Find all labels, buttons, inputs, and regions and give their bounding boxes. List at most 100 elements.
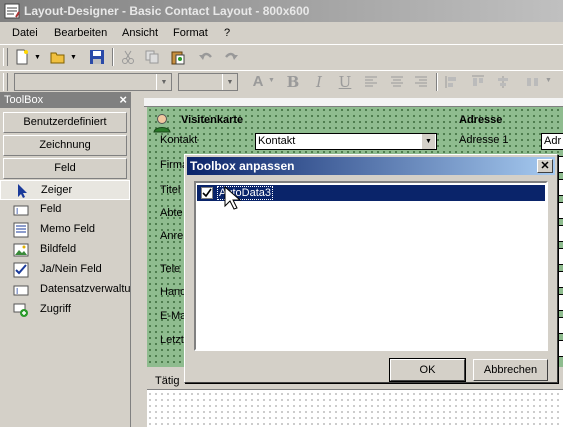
italic-icon: I	[316, 73, 322, 91]
chevron-down-icon[interactable]: ▼	[156, 74, 171, 90]
toolbox-item-label: Ja/Nein Feld	[40, 263, 102, 275]
open-dropdown-arrow-icon[interactable]: ▼	[70, 54, 77, 61]
copy-button[interactable]	[141, 46, 163, 68]
image-field-icon	[13, 243, 29, 257]
list-item-checkbox[interactable]	[201, 187, 213, 199]
paste-icon	[171, 51, 185, 65]
toolbar-grip[interactable]	[3, 73, 8, 91]
field-label-email[interactable]: E-Ma	[160, 310, 186, 322]
toolbox-panel: ToolBox × Benutzerdefiniert Zeichnung Fe…	[0, 92, 131, 427]
toolbox-item-datensatzverwaltung[interactable]: I Datensatzverwaltu	[0, 280, 131, 300]
kontakt-field-value: Kontakt	[258, 135, 296, 147]
close-icon[interactable]: ×	[119, 92, 127, 107]
align-left-icon	[365, 76, 377, 87]
cancel-button[interactable]: Abbrechen	[473, 359, 548, 381]
align-center-icon	[391, 76, 403, 87]
adresse-1-field[interactable]: Adr	[541, 133, 563, 150]
mouse-cursor-icon	[224, 186, 242, 210]
new-icon	[16, 49, 28, 65]
save-icon	[90, 50, 104, 64]
toolbar-grip[interactable]	[3, 48, 8, 66]
field-icon: I	[13, 205, 29, 216]
toolbox-item-label: Memo Feld	[40, 223, 96, 235]
toolbox-list[interactable]: AutoData3	[194, 181, 548, 351]
underline-button[interactable]: U	[334, 73, 356, 91]
bold-icon: B	[286, 73, 300, 91]
toolbox-item-zeiger[interactable]: Zeiger	[0, 180, 130, 200]
pointer-icon	[18, 184, 27, 198]
group-benutzerdefiniert-button[interactable]: Benutzerdefiniert	[3, 112, 127, 133]
field-label-adresse-1[interactable]: Adresse 1	[459, 134, 509, 146]
undo-icon	[199, 52, 212, 60]
ok-button[interactable]: OK	[389, 358, 466, 382]
paste-button[interactable]	[167, 46, 189, 68]
chevron-down-icon[interactable]: ▼	[422, 134, 435, 149]
toolbox-item-zugriff[interactable]: Zugriff	[0, 300, 130, 320]
font-name-select[interactable]: ▼	[14, 73, 172, 91]
font-color-dropdown-icon[interactable]: ▼	[268, 77, 275, 84]
field-label-telefon[interactable]: Tele	[160, 263, 180, 275]
field-label-handy[interactable]: Hand	[160, 286, 186, 298]
new-dropdown-arrow-icon[interactable]: ▼	[34, 54, 41, 61]
align-center-button[interactable]	[386, 71, 408, 93]
cut-button[interactable]	[117, 46, 139, 68]
kontakt-field[interactable]: Kontakt ▼	[255, 133, 437, 150]
toolbox-item-bildfeld[interactable]: Bildfeld	[0, 240, 130, 260]
distribute-icon	[527, 78, 538, 86]
field-label-abteilung[interactable]: Abte	[160, 207, 183, 219]
save-button[interactable]	[86, 46, 108, 68]
toolbar-separator	[112, 48, 114, 66]
field-label-kontakt[interactable]: Kontakt	[160, 134, 197, 146]
underline-icon: U	[338, 73, 352, 91]
window-title: Layout-Designer - Basic Contact Layout -…	[24, 4, 310, 18]
toolbar-separator	[436, 73, 438, 91]
align-right-button[interactable]	[410, 71, 432, 93]
field-label-anrede[interactable]: Anre	[160, 230, 183, 242]
horizontal-ruler	[144, 98, 563, 107]
font-color-icon: A	[252, 73, 264, 90]
more-align-dropdown-icon[interactable]: ▼	[545, 77, 552, 84]
align-objects-top-button[interactable]	[467, 71, 489, 93]
redo-button[interactable]	[220, 46, 242, 68]
menu-format[interactable]: Format	[173, 27, 208, 39]
open-button[interactable]	[47, 46, 69, 68]
menu-bar: Datei Bearbeiten Ansicht Format ?	[0, 22, 563, 44]
align-left-button[interactable]	[360, 71, 382, 93]
menu-bearbeiten[interactable]: Bearbeiten	[54, 27, 107, 39]
toolbox-item-label: Feld	[40, 203, 62, 215]
menu-ansicht[interactable]: Ansicht	[122, 27, 158, 39]
group-feld-button[interactable]: Feld	[3, 158, 127, 179]
menu-datei[interactable]: Datei	[12, 27, 38, 39]
toolbox-item-feld[interactable]: I Feld	[0, 200, 130, 220]
dialog-title: Toolbox anpassen	[190, 159, 295, 173]
section-title-adresse: Adresse	[459, 114, 503, 126]
adresse-1-field-value: Adr	[544, 135, 562, 147]
toolbox-item-memo-feld[interactable]: Memo Feld	[0, 220, 130, 240]
align-objects-middle-icon	[498, 76, 508, 88]
italic-button[interactable]: I	[308, 73, 330, 91]
bold-button[interactable]: B	[282, 73, 304, 91]
font-color-button[interactable]: A	[247, 73, 269, 91]
record-manager-icon: I	[13, 285, 29, 296]
group-zeichnung-button[interactable]: Zeichnung	[3, 135, 127, 156]
list-item[interactable]: AutoData3	[197, 185, 545, 201]
toolbox-header: ToolBox ×	[0, 92, 131, 108]
align-objects-middle-button[interactable]	[492, 71, 514, 93]
field-label-titel[interactable]: Titel	[160, 184, 180, 196]
chevron-down-icon[interactable]: ▼	[222, 74, 237, 90]
title-bar: Layout-Designer - Basic Contact Layout -…	[0, 0, 563, 22]
field-label-letzte[interactable]: Letzt	[160, 334, 184, 346]
checkmark-icon	[202, 188, 212, 198]
font-size-select[interactable]: ▼	[178, 73, 238, 91]
align-objects-top-icon	[472, 75, 484, 86]
redo-icon	[225, 52, 238, 60]
align-objects-left-button[interactable]	[441, 71, 463, 93]
contact-person-icon	[153, 114, 171, 133]
menu-help[interactable]: ?	[224, 27, 230, 39]
tab-taetigkeiten[interactable]: Tätig	[155, 375, 179, 387]
undo-button[interactable]	[195, 46, 217, 68]
toolbox-item-ja-nein-feld[interactable]: Ja/Nein Feld	[0, 260, 130, 280]
dialog-close-button[interactable]: ✕	[537, 159, 553, 173]
more-align-button[interactable]	[522, 71, 544, 93]
new-button[interactable]	[11, 46, 33, 68]
